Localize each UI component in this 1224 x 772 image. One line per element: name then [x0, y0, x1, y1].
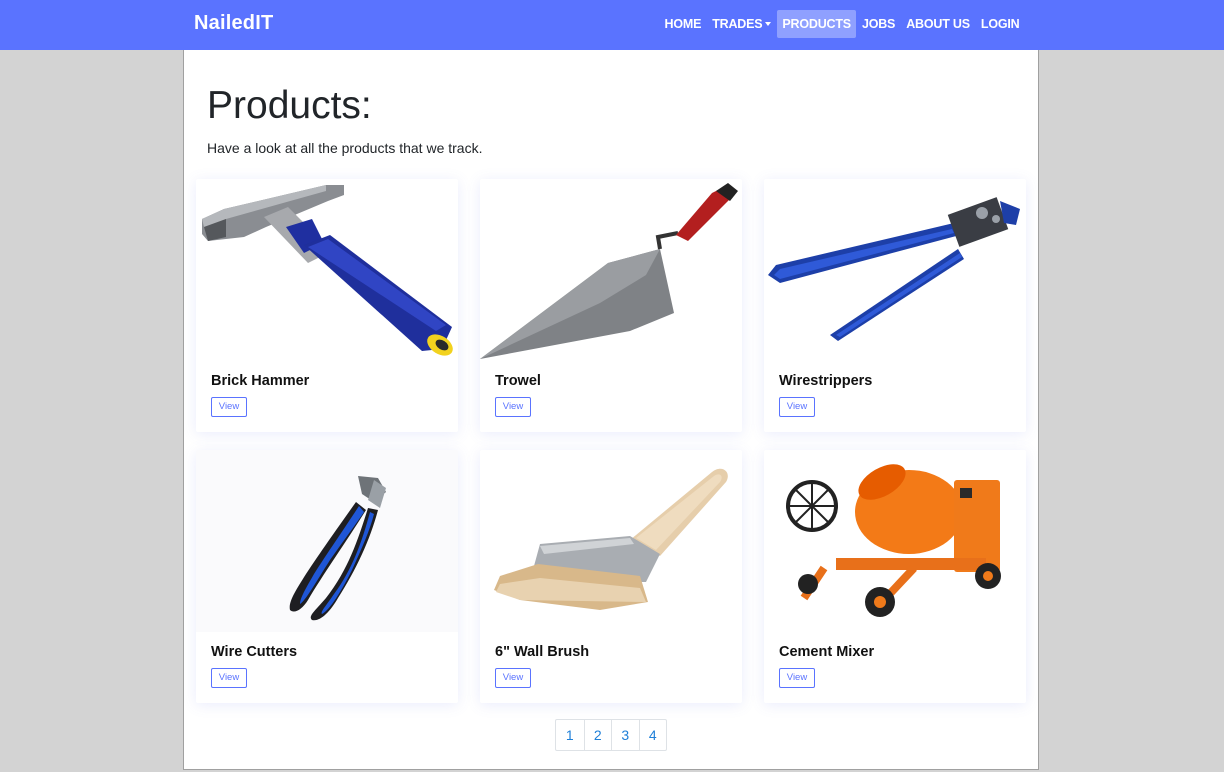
- product-title: Wire Cutters: [211, 644, 298, 660]
- page-subtitle: Have a look at all the products that we …: [207, 140, 483, 156]
- wire-cutters-image: [196, 450, 458, 632]
- product-card: Brick Hammer View: [196, 179, 458, 432]
- view-button[interactable]: View: [779, 668, 815, 688]
- nav-item-about-us[interactable]: ABOUT US: [901, 10, 976, 38]
- page-link-3[interactable]: 3: [611, 720, 639, 750]
- product-title: Brick Hammer: [211, 373, 310, 389]
- nav-item-products[interactable]: PRODUCTS: [776, 10, 857, 38]
- caret-down-icon: [765, 22, 772, 26]
- product-card: Cement Mixer View: [764, 450, 1026, 703]
- nav-item-trades[interactable]: TRADES: [707, 10, 777, 38]
- product-title: Wirestrippers: [779, 373, 873, 389]
- product-title: Trowel: [495, 373, 541, 389]
- main-content: Products: Have a look at all the product…: [183, 50, 1039, 770]
- navbar: NailedIT HOME TRADES PRODUCTS JOBS ABOUT…: [0, 0, 1224, 50]
- view-button[interactable]: View: [211, 397, 247, 417]
- cement-mixer-image: [786, 464, 1001, 617]
- wall-brush-image: [494, 468, 728, 610]
- product-card: 6" Wall Brush View: [480, 450, 742, 703]
- view-button[interactable]: View: [495, 397, 531, 417]
- brand-logo[interactable]: NailedIT: [194, 12, 273, 35]
- product-card: Wire Cutters View: [196, 450, 458, 703]
- page-link-1[interactable]: 1: [556, 720, 584, 750]
- wirestrippers-image: [768, 197, 1020, 341]
- product-title: Cement Mixer: [779, 644, 875, 660]
- product-title: 6" Wall Brush: [495, 644, 590, 660]
- view-button[interactable]: View: [779, 397, 815, 417]
- page-link-2[interactable]: 2: [583, 720, 612, 750]
- page-title: Products:: [207, 84, 372, 127]
- brick-hammer-image: [202, 185, 453, 356]
- trowel-image: [480, 183, 738, 359]
- pagination: 1 2 3 4: [555, 719, 667, 751]
- nav-item-home[interactable]: HOME: [659, 10, 707, 38]
- product-card: Trowel View: [480, 179, 742, 432]
- view-button[interactable]: View: [495, 668, 531, 688]
- nav-item-jobs[interactable]: JOBS: [856, 10, 900, 38]
- nav-item-trades-label: TRADES: [712, 17, 763, 31]
- nav-menu: HOME TRADES PRODUCTS JOBS ABOUT US LOGIN: [659, 10, 1025, 38]
- nav-item-login[interactable]: LOGIN: [975, 10, 1025, 38]
- view-button[interactable]: View: [211, 668, 247, 688]
- product-card: Wirestrippers View: [764, 179, 1026, 432]
- page-link-4[interactable]: 4: [638, 720, 667, 750]
